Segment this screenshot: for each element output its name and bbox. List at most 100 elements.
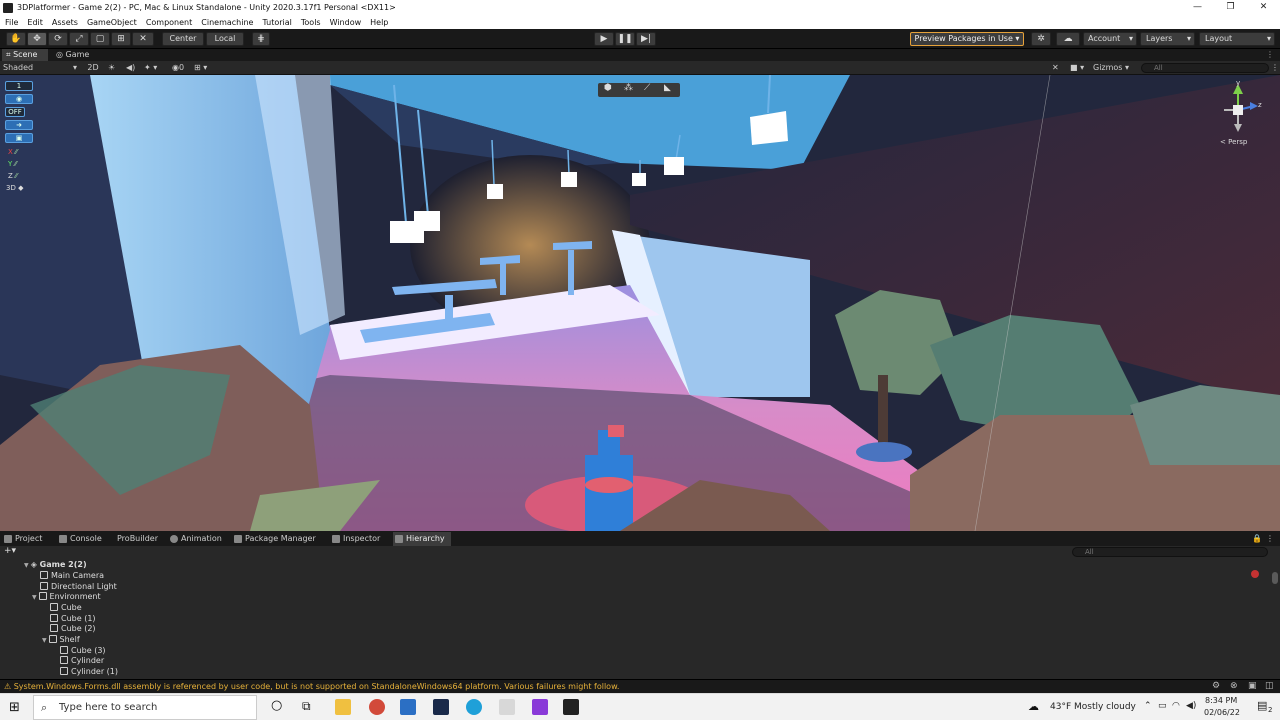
lock-panel-icon[interactable]: 🔒 (1250, 532, 1262, 546)
overlay-arrow-toggle[interactable]: ➜ (5, 120, 33, 130)
scene-viewport[interactable]: 1 ◉ OFF ➜ ▣ X ⁄⁄ Y ⁄⁄ Z ⁄⁄ 3D ◆ ⬢ ⁂ ⟋ ◣ (0, 75, 1280, 531)
tab-game[interactable]: ◎ Game (52, 49, 94, 61)
overlay-z-axis[interactable]: Z ⁄⁄ (8, 171, 17, 181)
hierarchy-item-cylinder[interactable]: Cylinder (60, 655, 104, 666)
hierarchy-item-shelf[interactable]: ▼ Shelf (42, 634, 80, 645)
overlay-visibility-toggle[interactable]: ◉ (5, 94, 33, 104)
menu-help[interactable]: Help (370, 18, 388, 27)
hierarchy-item-directional-light[interactable]: Directional Light (40, 581, 117, 592)
edge-select-icon[interactable]: ⟋ (644, 83, 650, 93)
overlay-3d-toggle[interactable]: 3D ◆ (6, 183, 23, 193)
audio-toggle-icon[interactable]: ◀) (126, 62, 135, 74)
tray-chevron-icon[interactable]: ⌃ (1144, 701, 1152, 711)
status-icon-2[interactable]: ⊗ (1230, 681, 1238, 691)
hierarchy-item-cube[interactable]: Cube (50, 602, 82, 613)
tab-project[interactable]: Project (2, 532, 52, 546)
orientation-gizmo[interactable]: y z < Persp (1220, 79, 1270, 155)
notifications-icon[interactable]: ▤ (1257, 699, 1267, 712)
pause-button[interactable]: ❚❚ (615, 32, 635, 46)
clock-time[interactable]: 8:34 PM (1205, 696, 1237, 705)
status-icon-4[interactable]: ◫ (1265, 681, 1274, 691)
layout-dropdown[interactable]: Layout ▾ (1199, 32, 1275, 46)
overlay-y-axis[interactable]: Y ⁄⁄ (8, 159, 17, 169)
network-icon[interactable]: ▭ (1158, 701, 1167, 711)
layers-dropdown[interactable]: Layers ▾ (1140, 32, 1195, 46)
play-button[interactable]: ▶ (594, 32, 614, 46)
menu-window[interactable]: Window (330, 18, 362, 27)
tab-scene[interactable]: ⌗ Scene (2, 49, 48, 61)
close-button[interactable]: ✕ (1247, 0, 1280, 15)
hierarchy-scrollbar[interactable] (1272, 572, 1278, 584)
rect-tool-button[interactable]: ▢ (90, 32, 110, 46)
vertex-select-icon[interactable]: ⁂ (624, 83, 633, 93)
projection-label[interactable]: < Persp (1220, 137, 1247, 147)
hierarchy-item-cube-2[interactable]: Cube (2) (50, 623, 96, 634)
menu-tools[interactable]: Tools (301, 18, 321, 27)
hierarchy-item-main-camera[interactable]: Main Camera (40, 570, 104, 581)
rotate-tool-button[interactable]: ⟳ (48, 32, 68, 46)
preview-packages-dropdown[interactable]: Preview Packages in Use ▾ (910, 32, 1024, 46)
menu-component[interactable]: Component (146, 18, 192, 27)
hierarchy-item-cube-1[interactable]: Cube (1) (50, 613, 96, 624)
status-icon-1[interactable]: ⚙ (1212, 681, 1220, 691)
tools-toggle-icon[interactable]: ✕ (1052, 62, 1059, 74)
windows-start-icon[interactable]: ⊞ (9, 700, 20, 715)
camera-dropdown-icon[interactable]: ■ ▾ (1070, 62, 1084, 74)
transform-tool-button[interactable]: ⊞ (111, 32, 131, 46)
weather-text[interactable]: 43°F Mostly cloudy (1050, 702, 1136, 712)
hand-tool-button[interactable]: ✋ (6, 32, 26, 46)
mail-icon[interactable] (400, 699, 416, 715)
scene-search-input[interactable]: All (1141, 63, 1269, 73)
menu-file[interactable]: File (5, 18, 18, 27)
move-tool-button[interactable]: ✥ (27, 32, 47, 46)
cortana-icon[interactable]: ○ (271, 698, 282, 713)
overlay-lock-toggle[interactable]: ▣ (5, 133, 33, 143)
hidden-objects-toggle[interactable]: ◉0 (172, 62, 184, 74)
hierarchy-item-cube-3[interactable]: Cube (3) (60, 645, 106, 656)
tab-hierarchy[interactable]: Hierarchy (393, 532, 451, 546)
chrome-icon[interactable] (369, 699, 385, 715)
minimize-button[interactable]: — (1181, 0, 1214, 15)
add-object-dropdown[interactable]: +▾ (4, 546, 16, 556)
mode-2d-toggle[interactable]: 2D (86, 62, 100, 74)
hierarchy-item-environment[interactable]: ▼ Environment (32, 591, 101, 602)
menu-gameobject[interactable]: GameObject (87, 18, 137, 27)
hierarchy-item-cylinder-1[interactable]: Cylinder (1) (60, 666, 118, 677)
status-icon-3[interactable]: ▣ (1248, 681, 1257, 691)
pivot-center-button[interactable]: Center (162, 32, 204, 46)
scale-tool-button[interactable]: ⤢ (69, 32, 89, 46)
scene-options-icon[interactable]: ⋮ (1271, 62, 1279, 74)
wifi-icon[interactable]: ◠ (1172, 701, 1180, 711)
menu-edit[interactable]: Edit (27, 18, 43, 27)
shading-dropdown[interactable]: Shaded ▾ (3, 62, 79, 74)
tab-options-icon[interactable]: ⋮ (1262, 49, 1278, 61)
menu-tutorial[interactable]: Tutorial (262, 18, 291, 27)
account-dropdown[interactable]: Account ▾ (1083, 32, 1137, 46)
face-select-icon[interactable]: ◣ (664, 83, 671, 93)
edge-icon[interactable] (466, 699, 482, 715)
pivot-local-button[interactable]: Local (206, 32, 244, 46)
file-explorer-icon[interactable] (335, 699, 351, 715)
gizmos-dropdown[interactable]: Gizmos ▾ (1093, 62, 1129, 74)
overlay-off-toggle[interactable]: OFF (5, 107, 25, 117)
lighting-toggle-icon[interactable]: ☀ (108, 62, 115, 74)
tab-console[interactable]: Console (57, 532, 107, 546)
tab-package-manager[interactable]: Package Manager (232, 532, 320, 546)
effects-dropdown-icon[interactable]: ✦ ▾ (144, 62, 157, 74)
visual-studio-icon[interactable] (499, 699, 515, 715)
custom-tool-button[interactable]: ✕ (132, 32, 154, 46)
grid-dropdown-icon[interactable]: ⊞ ▾ (194, 62, 207, 74)
maximize-button[interactable]: ❐ (1214, 0, 1247, 15)
tab-inspector[interactable]: Inspector (330, 532, 386, 546)
tab-probuilder[interactable]: ProBuilder (104, 532, 162, 546)
app-icon[interactable] (433, 699, 449, 715)
twitch-icon[interactable] (532, 699, 548, 715)
unity-taskbar-icon[interactable] (563, 699, 579, 715)
menu-assets[interactable]: Assets (52, 18, 78, 27)
hierarchy-search-input[interactable]: All (1072, 547, 1268, 557)
task-view-icon[interactable]: ⧉ (302, 699, 311, 714)
overlay-x-axis[interactable]: X ⁄⁄ (8, 147, 17, 157)
taskbar-search-input[interactable]: ⌕ Type here to search (33, 695, 257, 720)
cloud-button[interactable]: ☁ (1056, 32, 1080, 46)
clock-date[interactable]: 02/06/22 (1204, 708, 1240, 717)
